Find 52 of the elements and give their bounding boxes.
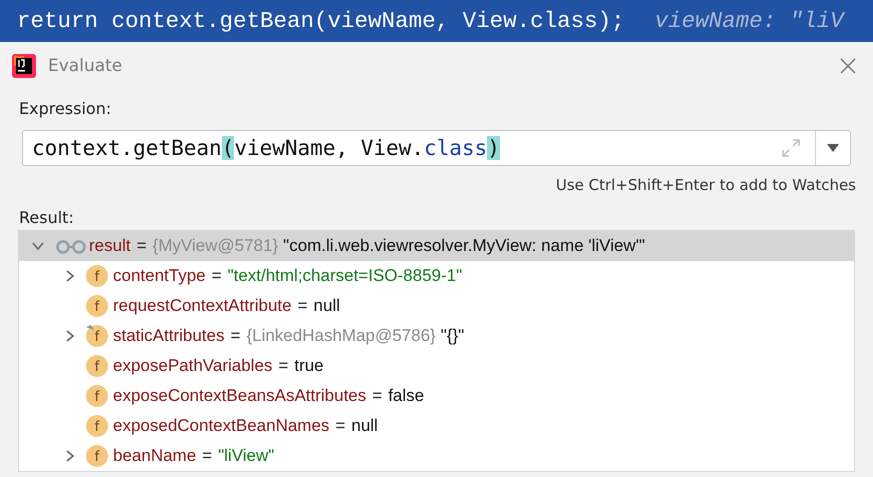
- variable-name: beanName: [113, 446, 196, 466]
- glasses-icon: [55, 238, 87, 254]
- app-logo-icon: [12, 54, 36, 78]
- variable-name: staticAttributes: [113, 326, 224, 346]
- field-icon: f: [85, 354, 109, 378]
- variable-name: requestContextAttribute: [113, 296, 292, 316]
- variable-value: true: [294, 356, 324, 376]
- equals-sign: =: [212, 266, 222, 286]
- variable-value: "{}": [440, 326, 464, 346]
- field-icon: f: [85, 444, 109, 468]
- dropdown-arrow-icon: [827, 144, 839, 152]
- variable-value: null: [314, 296, 340, 316]
- close-icon[interactable]: [839, 57, 857, 75]
- field-icon: f: [85, 294, 109, 318]
- equals-sign: =: [202, 446, 212, 466]
- tree-row[interactable]: f exposeContextBeansAsAttributes = false: [19, 381, 854, 411]
- field-icon: f: [85, 384, 109, 408]
- static-field-icon: f: [85, 324, 109, 348]
- expression-field[interactable]: context.getBean(viewName, View.class): [22, 130, 851, 166]
- expression-label: Expression:: [18, 99, 112, 118]
- variable-name: result: [89, 236, 131, 256]
- equals-sign: =: [372, 386, 382, 406]
- tree-row[interactable]: f requestContextAttribute = null: [19, 291, 854, 321]
- variable-name: exposedContextBeanNames: [113, 416, 330, 436]
- type-reference: {MyView@5781}: [152, 236, 278, 256]
- tree-row[interactable]: result = {MyView@5781} "com.li.web.viewresolver.MyView: name 'liView'": [19, 231, 854, 261]
- equals-sign: =: [278, 356, 288, 376]
- variable-value: "com.li.web.viewresolver.MyView: name 'liView'": [283, 236, 645, 256]
- variable-name: exposePathVariables: [113, 356, 272, 376]
- equals-sign: =: [298, 296, 308, 316]
- dialog-title: Evaluate: [48, 56, 124, 76]
- equals-sign: =: [335, 416, 346, 436]
- watches-hint: Use Ctrl+Shift+Enter to add to Watches: [554, 176, 857, 194]
- field-icon: f: [85, 264, 109, 288]
- field-icon: f: [85, 414, 109, 438]
- variable-name: exposeContextBeansAsAttributes: [113, 386, 366, 406]
- variable-name: contentType: [113, 266, 206, 286]
- variable-value: false: [388, 386, 424, 406]
- equals-sign: =: [136, 236, 147, 256]
- tree-row[interactable]: f contentType = "text/html;charset=ISO-8859-1": [19, 261, 854, 291]
- variable-value: "liView": [218, 446, 274, 466]
- code-text: return context.getBean(viewName, View.class);: [17, 8, 625, 34]
- type-reference: {LinkedHashMap@5786}: [246, 326, 436, 346]
- result-label: Result:: [18, 208, 75, 227]
- equals-sign: =: [230, 326, 240, 346]
- tree-row[interactable]: f exposePathVariables = true: [19, 351, 854, 381]
- tree-row[interactable]: f beanName = "liView": [19, 441, 854, 471]
- tree-row[interactable]: f exposedContextBeanNames = null: [19, 411, 854, 441]
- variable-value: null: [351, 416, 378, 436]
- variable-value: "text/html;charset=ISO-8859-1": [228, 266, 462, 286]
- tree-row[interactable]: f staticAttributes = {LinkedHashMap@5786} "{}": [19, 321, 854, 351]
- inline-value-hint: viewName: "liV: [654, 8, 844, 34]
